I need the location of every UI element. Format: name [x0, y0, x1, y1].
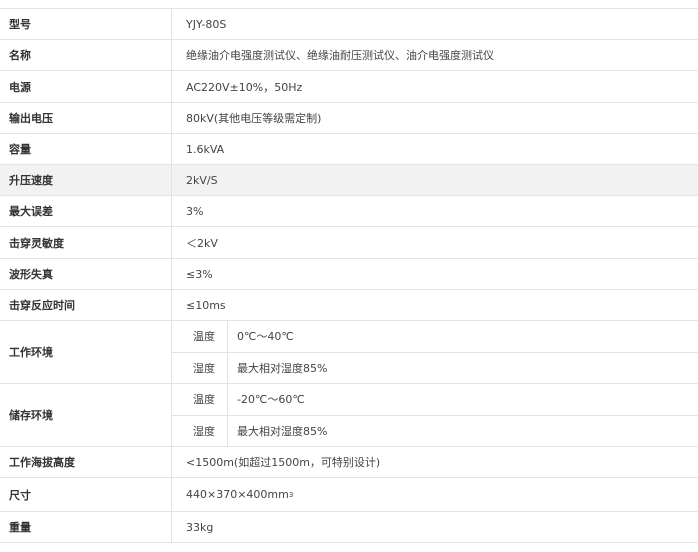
- spec-row-weight: 重量 33kg: [0, 511, 698, 543]
- row-value: 2kV/S: [186, 173, 218, 187]
- sub-row-temperature: 温度 0℃～40℃: [172, 321, 698, 352]
- sub-label: 湿度: [172, 352, 228, 383]
- row-label: 击穿灵敏度: [0, 227, 172, 258]
- sub-row-temperature: 温度 -20℃～60℃: [172, 384, 698, 415]
- row-value: ≤10ms: [186, 298, 226, 312]
- sub-table: 温度 0℃～40℃ 湿度 最大相对湿度85%: [172, 321, 698, 383]
- row-label: 型号: [0, 9, 172, 39]
- spec-row-work-environment: 工作环境 温度 0℃～40℃ 湿度 最大相对湿度85%: [0, 320, 698, 383]
- spec-row-breakdown-sensitivity: 击穿灵敏度 ＜2kV: [0, 226, 698, 258]
- row-label: 工作环境: [0, 321, 172, 383]
- spec-row-capacity: 容量 1.6kVA: [0, 133, 698, 164]
- row-value: YJY-80S: [186, 17, 227, 31]
- row-value: 绝缘油介电强度测试仪、绝缘油耐压测试仪、油介电强度测试仪: [186, 49, 494, 62]
- row-label: 工作海拔高度: [0, 447, 172, 477]
- row-label: 输出电压: [0, 103, 172, 133]
- sub-value: 最大相对湿度85%: [237, 361, 328, 375]
- sub-label: 温度: [172, 321, 228, 352]
- sub-value: -20℃～60℃: [237, 393, 305, 407]
- row-label: 最大误差: [0, 196, 172, 226]
- row-label: 容量: [0, 134, 172, 164]
- spec-row-name: 名称 绝缘油介电强度测试仪、绝缘油耐压测试仪、油介电强度测试仪: [0, 39, 698, 70]
- sub-label: 温度: [172, 384, 228, 415]
- spec-row-waveform-distortion: 波形失真 ≤3%: [0, 258, 698, 289]
- row-label: 名称: [0, 40, 172, 70]
- row-value: 1.6kVA: [186, 142, 225, 156]
- sub-value: 0℃～40℃: [237, 330, 294, 344]
- row-value: AC220V±10%，50Hz: [186, 80, 303, 94]
- row-value: 80kV(其他电压等级需定制): [186, 112, 322, 125]
- spec-row-model: 型号 YJY-80S: [0, 8, 698, 39]
- sub-row-humidity: 湿度 最大相对湿度85%: [172, 414, 698, 446]
- row-value: <1500m(如超过1500m，可特别设计): [186, 456, 381, 469]
- spec-row-storage-environment: 储存环境 温度 -20℃～60℃ 湿度 最大相对湿度85%: [0, 383, 698, 446]
- spec-row-max-error: 最大误差 3%: [0, 195, 698, 226]
- row-label: 击穿反应时间: [0, 290, 172, 320]
- sub-row-humidity: 湿度 最大相对湿度85%: [172, 351, 698, 383]
- size-value-text: 440×370×400mm: [186, 488, 289, 501]
- row-value: 3%: [186, 204, 204, 218]
- spec-row-ramp-speed: 升压速度 2kV/S: [0, 164, 698, 195]
- row-label: 电源: [0, 71, 172, 102]
- row-value: ≤3%: [186, 267, 213, 281]
- spec-row-altitude: 工作海拔高度 <1500m(如超过1500m，可特别设计): [0, 446, 698, 477]
- spec-row-response-time: 击穿反应时间 ≤10ms: [0, 289, 698, 320]
- row-label: 尺寸: [0, 478, 172, 511]
- spec-row-size: 尺寸 440×370×400mm 3: [0, 477, 698, 511]
- spec-table: 型号 YJY-80S 名称 绝缘油介电强度测试仪、绝缘油耐压测试仪、油介电强度测…: [0, 8, 698, 543]
- row-value: ＜2kV: [186, 236, 218, 250]
- sub-value: 最大相对湿度85%: [237, 424, 328, 438]
- row-label: 升压速度: [0, 165, 172, 195]
- spec-row-power: 电源 AC220V±10%，50Hz: [0, 70, 698, 102]
- sub-table: 温度 -20℃～60℃ 湿度 最大相对湿度85%: [172, 384, 698, 446]
- row-value: 440×370×400mm 3: [186, 488, 294, 501]
- row-label: 波形失真: [0, 259, 172, 289]
- row-label: 储存环境: [0, 384, 172, 446]
- sub-label: 湿度: [172, 415, 228, 446]
- spec-row-output-voltage: 输出电压 80kV(其他电压等级需定制): [0, 102, 698, 133]
- row-label: 重量: [0, 512, 172, 542]
- row-value: 33kg: [186, 520, 214, 534]
